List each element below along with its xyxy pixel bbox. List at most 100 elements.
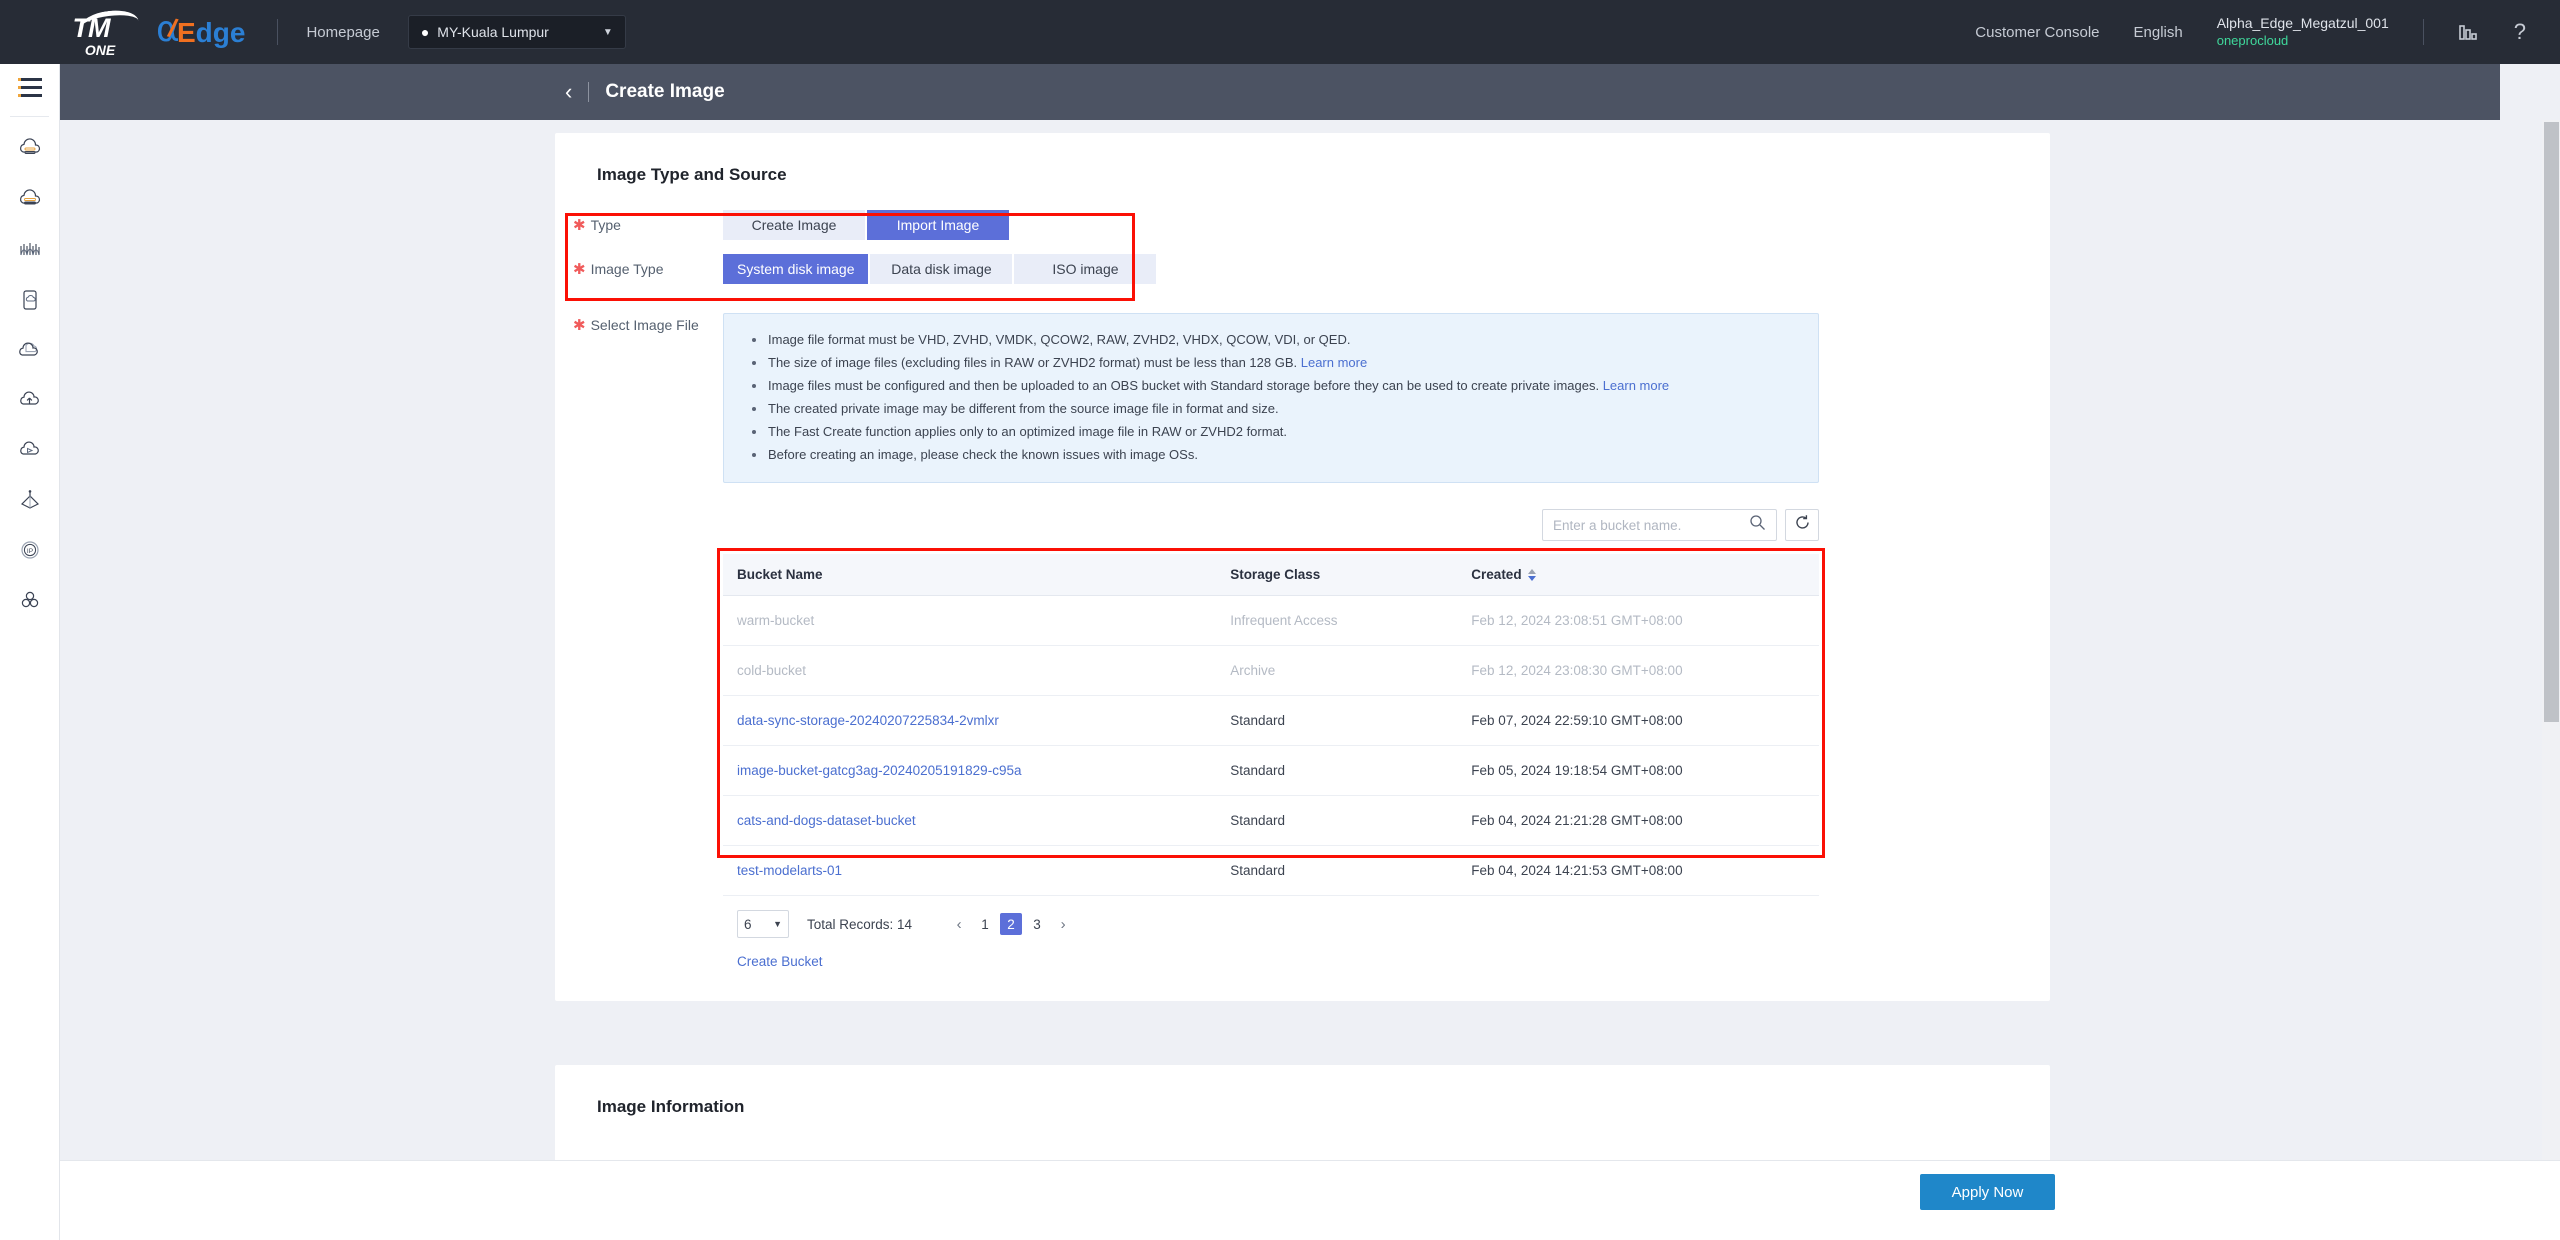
location-pin-icon: ● [420, 24, 430, 40]
sidebar-item-cloud-stack[interactable] [0, 325, 60, 375]
cdn-pyramid-icon [17, 487, 43, 513]
hamburger-menu-icon[interactable] [0, 64, 60, 110]
sidebar-item-cloud-upload[interactable] [0, 375, 60, 425]
sidebar-item-cdn-pyramid[interactable] [0, 475, 60, 525]
chevron-down-icon: ▼ [602, 26, 613, 38]
sidebar-item-network-waves[interactable] [0, 225, 60, 275]
swoosh-icon [79, 7, 139, 31]
logo-edge-rest: dge [195, 17, 246, 48]
apply-now-button[interactable]: Apply Now [1920, 1174, 2055, 1210]
table-row[interactable]: image-bucket-gatcg3ag-20240205191829-c95… [723, 745, 1819, 796]
page-button-1[interactable]: 1 [974, 913, 996, 935]
page-size-select[interactable]: 6 ▼ [737, 910, 789, 938]
alpha-edge-logo: α / Edge [156, 12, 246, 50]
cell-storage-class: Standard [1216, 695, 1458, 746]
learn-more-link[interactable]: Learn more [1603, 378, 1669, 393]
table-row[interactable]: cats-and-dogs-dataset-bucket Standard Fe… [723, 795, 1819, 846]
user-account-block[interactable]: Alpha_Edge_Megatzul_001 oneprocloud [2217, 15, 2389, 49]
cell-created: Feb 07, 2024 22:59:10 GMT+08:00 [1457, 695, 1819, 746]
region-selector[interactable]: ● MY-Kuala Lumpur ▼ [407, 15, 626, 49]
image-type-label-wrap: ✱ Image Type [555, 261, 723, 277]
cell-bucket-name[interactable]: data-sync-storage-20240207225834-2vmlxr [723, 695, 1217, 746]
requirement-text: Image files must be configured and then … [768, 378, 1603, 393]
pagination: 6 ▼ Total Records: 14 ‹ 1 2 3 › [723, 896, 1819, 938]
user-org-label: oneprocloud [2216, 32, 2289, 48]
cell-bucket-name[interactable]: image-bucket-gatcg3ag-20240205191829-c95… [723, 745, 1217, 796]
refresh-icon [1794, 514, 1811, 536]
svg-text:IP: IP [27, 548, 33, 555]
column-created[interactable]: Created [1457, 554, 1819, 596]
type-block: ✱ Type Create Image Import Image ✱ Image… [555, 203, 2050, 301]
type-option-import-image[interactable]: Import Image [867, 210, 1009, 240]
page-button-3[interactable]: 3 [1026, 913, 1048, 935]
homepage-link[interactable]: Homepage [306, 24, 379, 41]
bucket-table: Bucket Name Storage Class Created warm-b… [723, 554, 1819, 896]
sidebar-item-cloud-server[interactable] [0, 125, 60, 175]
table-row[interactable]: data-sync-storage-20240207225834-2vmlxr … [723, 695, 1819, 746]
next-page-button[interactable]: › [1052, 912, 1074, 936]
vertical-scrollbar-thumb[interactable] [2544, 122, 2559, 722]
image-type-option-iso[interactable]: ISO image [1014, 254, 1157, 284]
image-type-segmented-control: System disk image Data disk image ISO im… [723, 254, 1158, 284]
search-icon[interactable] [1749, 514, 1766, 536]
cell-bucket-name: cold-bucket [723, 645, 1217, 696]
type-option-create-image[interactable]: Create Image [723, 210, 865, 240]
sidebar-item-mobile-cloud[interactable] [0, 275, 60, 325]
requirement-text: The Fast Create function applies only to… [768, 424, 1288, 439]
sidebar-item-cloud-database[interactable] [0, 175, 60, 225]
section-title: Image Type and Source [597, 165, 787, 184]
brand-logo[interactable]: TM ONE α / Edge [40, 7, 246, 58]
column-storage-class[interactable]: Storage Class [1216, 554, 1458, 596]
requirement-item: The created private image may be differe… [746, 397, 1796, 420]
sidebar-item-cluster-nodes[interactable] [0, 575, 60, 625]
cell-storage-class: Infrequent Access [1216, 595, 1458, 646]
cell-bucket-name: warm-bucket [723, 595, 1217, 646]
top-header: TM ONE α / Edge Homepage ● MY-Kuala Lump… [0, 0, 2560, 64]
requirement-text: The created private image may be differe… [768, 401, 1279, 416]
image-type-option-system-disk[interactable]: System disk image [723, 254, 869, 284]
requirement-item: Image files must be configured and then … [746, 374, 1796, 397]
refresh-button[interactable] [1785, 509, 1819, 541]
cell-created: Feb 12, 2024 23:08:51 GMT+08:00 [1457, 595, 1819, 646]
cell-bucket-name[interactable]: test-modelarts-01 [723, 845, 1217, 896]
required-star-icon: ✱ [573, 260, 586, 278]
image-file-requirements-box: Image file format must be VHD, ZVHD, VMD… [723, 313, 1819, 483]
chevron-left-icon[interactable]: ‹ [565, 81, 572, 103]
select-file-label-wrap: ✱ Select Image File [555, 313, 723, 333]
language-selector[interactable]: English [2134, 24, 2183, 41]
question-mark-icon[interactable]: ? [2514, 21, 2526, 43]
page-title: Create Image [605, 81, 725, 102]
type-label-wrap: ✱ Type [555, 217, 723, 233]
prev-page-button[interactable]: ‹ [948, 912, 970, 936]
search-input-wrap[interactable] [1542, 509, 1777, 541]
footer-bar: Apply Now [60, 1160, 2560, 1240]
cloud-database-icon [17, 187, 43, 213]
bucket-search-row [723, 509, 1819, 541]
column-bucket-name[interactable]: Bucket Name [723, 554, 1217, 596]
column-created-label: Created [1471, 567, 1522, 582]
search-input[interactable] [1553, 517, 1749, 533]
user-name-label: Alpha_Edge_Megatzul_001 [2216, 15, 2389, 32]
create-bucket-link[interactable]: Create Bucket [723, 938, 823, 969]
select-image-file-label: Select Image File [590, 317, 699, 333]
title-divider [588, 82, 590, 102]
requirement-item: Before creating an image, please check t… [746, 443, 1796, 466]
sidebar: IP [0, 64, 60, 1240]
logo-one-text: ONE [84, 42, 116, 58]
sidebar-item-ip-address[interactable]: IP [0, 525, 60, 575]
sort-icon[interactable] [1527, 569, 1536, 582]
page-size-value: 6 [744, 916, 752, 932]
cell-bucket-name[interactable]: cats-and-dogs-dataset-bucket [723, 795, 1217, 846]
cluster-nodes-icon [17, 587, 43, 613]
bar-chart-icon[interactable] [2458, 22, 2480, 42]
cell-created: Feb 04, 2024 14:21:53 GMT+08:00 [1457, 845, 1819, 896]
requirement-text: Image file format must be VHD, ZVHD, VMD… [768, 332, 1351, 347]
requirement-item: The Fast Create function applies only to… [746, 420, 1796, 443]
learn-more-link[interactable]: Learn more [1301, 355, 1367, 370]
table-row[interactable]: test-modelarts-01 Standard Feb 04, 2024 … [723, 845, 1819, 896]
cell-storage-class: Archive [1216, 645, 1458, 696]
sidebar-item-cloud-play[interactable] [0, 425, 60, 475]
customer-console-link[interactable]: Customer Console [1975, 24, 2099, 41]
image-type-option-data-disk[interactable]: Data disk image [870, 254, 1013, 284]
page-button-2[interactable]: 2 [1000, 913, 1023, 935]
